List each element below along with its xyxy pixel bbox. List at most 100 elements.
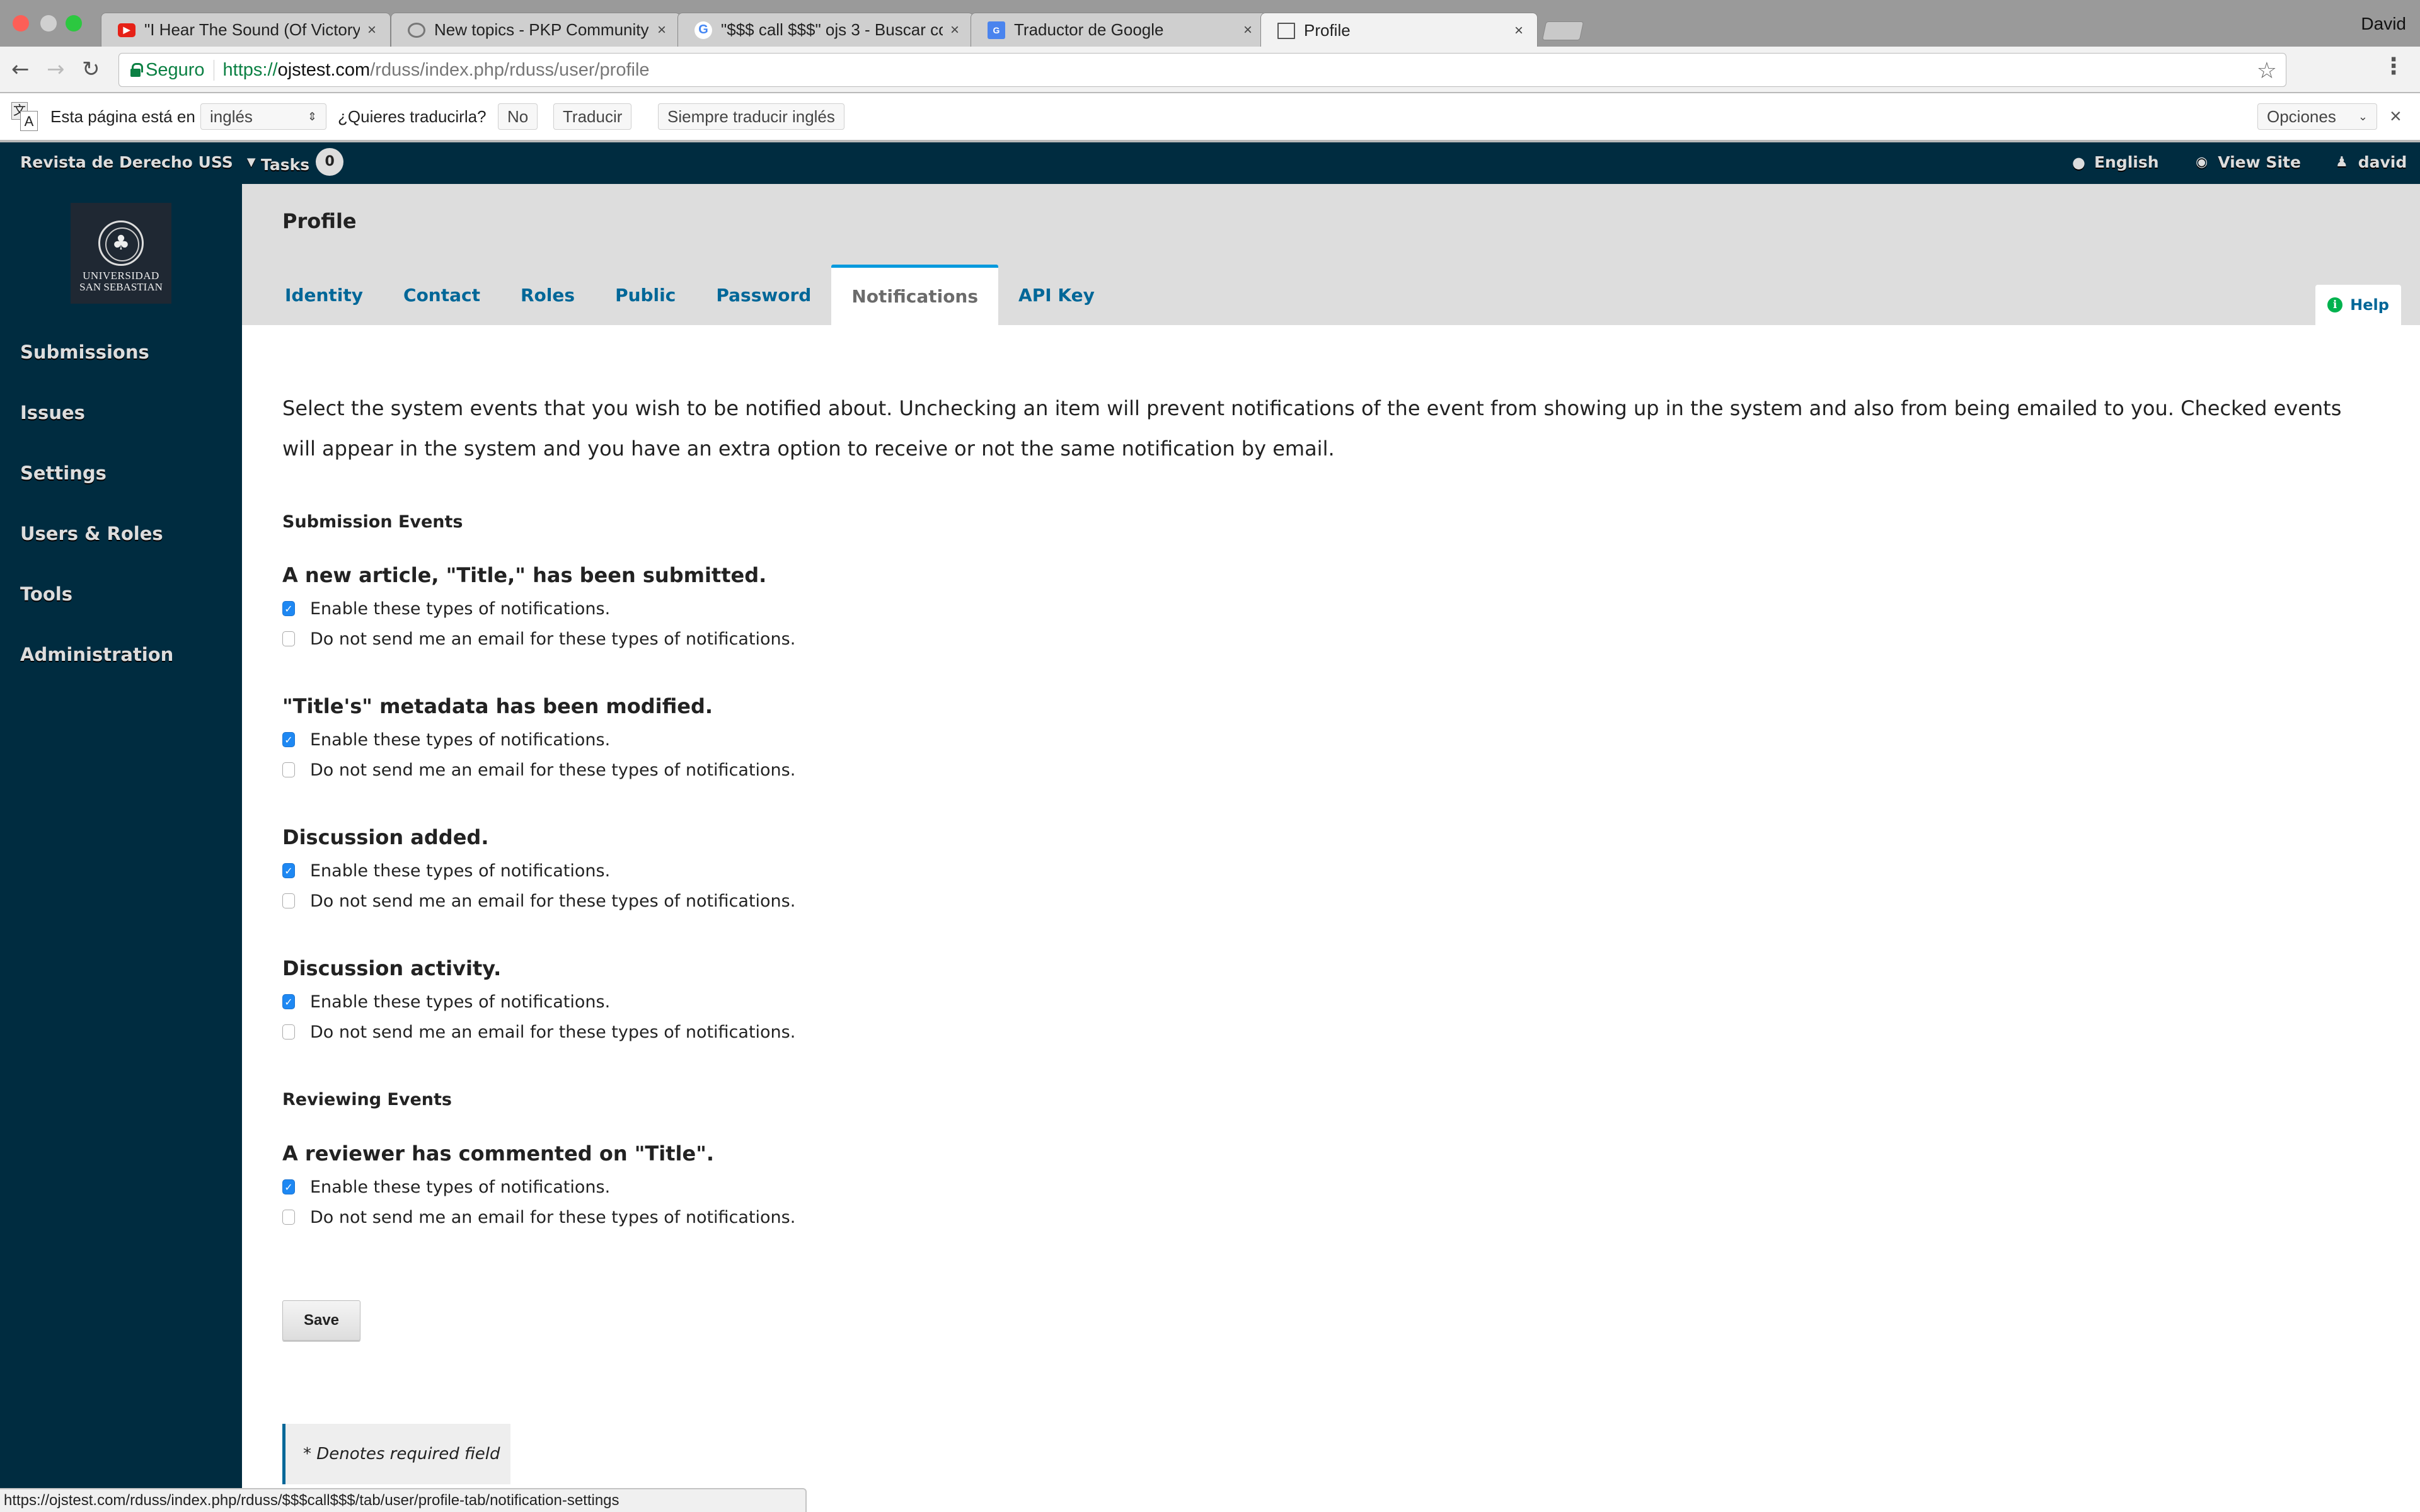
window-minimize-button[interactable] xyxy=(40,15,57,32)
browser-tab[interactable]: ▶ "I Hear The Sound (Of Victory)" × xyxy=(101,13,391,47)
profile-tabs: Identity Contact Roles Public Password N… xyxy=(265,265,1115,325)
tab-roles[interactable]: Roles xyxy=(500,265,595,325)
translate-button[interactable]: Traducir xyxy=(553,103,632,130)
browser-tab[interactable]: G "$$$ call $$$" ojs 3 - Buscar con Goog… xyxy=(677,13,974,47)
no-email-checkbox-row[interactable]: Do not send me an email for these types … xyxy=(282,624,795,654)
language-select[interactable]: inglés ⇕ xyxy=(200,103,326,130)
close-translate-bar-icon[interactable]: × xyxy=(2390,105,2402,128)
notification-event: "Title's" metadata has been modified. ✓ E… xyxy=(282,694,795,785)
tab-api-key[interactable]: API Key xyxy=(998,265,1115,325)
no-email-checkbox-row[interactable]: Do not send me an email for these types … xyxy=(282,886,795,916)
always-translate-button[interactable]: Siempre traducir inglés xyxy=(658,103,844,130)
secure-label[interactable]: Seguro xyxy=(146,59,214,81)
chevron-down-icon: ⌄ xyxy=(2358,110,2368,123)
browser-tab[interactable]: New topics - PKP Community Forum × xyxy=(391,13,681,47)
browser-profile-name[interactable]: David xyxy=(2361,14,2406,34)
browser-menu-icon[interactable]: ⋮ xyxy=(2382,55,2405,78)
browser-tab-active[interactable]: Profile × xyxy=(1260,13,1538,48)
intro-text: Select the system events that you wish t… xyxy=(282,396,2342,461)
updown-chevron-icon: ⇕ xyxy=(307,110,317,123)
globe-icon: ● xyxy=(2072,153,2085,171)
google-icon: G xyxy=(694,21,712,39)
enable-checkbox-row[interactable]: ✓ Enable these types of notifications. xyxy=(282,1172,795,1202)
close-tab-icon[interactable]: × xyxy=(367,21,376,39)
sidebar: ♣ UNIVERSIDAD SAN SEBASTIAN Submissions … xyxy=(0,184,242,1512)
ojs-header: Revista de Derecho USS ▼ Tasks 0 ● Engli… xyxy=(0,142,2420,184)
close-tab-icon[interactable]: × xyxy=(950,21,959,39)
checkbox-unchecked[interactable] xyxy=(282,1024,295,1040)
user-icon: ♟ xyxy=(2336,154,2348,170)
enable-checkbox-row[interactable]: ✓ Enable these types of notifications. xyxy=(282,593,795,624)
tab-identity[interactable]: Identity xyxy=(265,265,383,325)
page-title: Profile xyxy=(282,209,357,233)
no-email-checkbox-row[interactable]: Do not send me an email for these types … xyxy=(282,1017,795,1047)
close-tab-icon[interactable]: × xyxy=(1514,22,1523,40)
window-maximize-button[interactable] xyxy=(66,15,82,32)
sidebar-item-tools[interactable]: Tools xyxy=(20,583,173,644)
tab-public[interactable]: Public xyxy=(595,265,696,325)
checkbox-checked[interactable]: ✓ xyxy=(282,863,295,878)
tab-contact[interactable]: Contact xyxy=(383,265,500,325)
back-arrow-icon[interactable]: ← xyxy=(11,57,30,82)
lock-icon xyxy=(130,63,143,77)
eye-icon: ◉ xyxy=(2196,154,2208,170)
save-button[interactable]: Save xyxy=(282,1300,360,1341)
reload-icon[interactable]: ↻ xyxy=(82,57,100,82)
section-label-submission-events: Submission Events xyxy=(282,512,463,532)
forward-arrow-icon[interactable]: → xyxy=(47,57,65,82)
checkbox-checked[interactable]: ✓ xyxy=(282,732,295,747)
section-label-reviewing-events: Reviewing Events xyxy=(282,1090,452,1109)
caret-down-icon: ▼ xyxy=(246,156,256,169)
view-site-link[interactable]: ◉ View Site xyxy=(2196,153,2301,171)
sidebar-nav: Submissions Issues Settings Users & Role… xyxy=(20,341,173,704)
info-icon: i xyxy=(2327,297,2343,312)
tree-icon: ♣ xyxy=(112,231,130,255)
notification-event: Discussion activity. ✓ Enable these types… xyxy=(282,956,795,1047)
enable-checkbox-row[interactable]: ✓ Enable these types of notifications. xyxy=(282,856,795,886)
checkbox-unchecked[interactable] xyxy=(282,631,295,646)
journal-switcher[interactable]: Revista de Derecho USS ▼ xyxy=(20,153,256,171)
address-bar[interactable]: Seguro https://ojstest.com/rduss/index.p… xyxy=(118,53,2286,87)
sidebar-item-settings[interactable]: Settings xyxy=(20,462,173,523)
new-tab-button[interactable] xyxy=(1541,21,1584,40)
language-menu[interactable]: ● English xyxy=(2072,153,2159,171)
no-email-checkbox-row[interactable]: Do not send me an email for these types … xyxy=(282,1202,795,1232)
browser-toolbar: ← → ↻ Seguro https://ojstest.com/rduss/i… xyxy=(0,47,2420,93)
url-scheme: https:// xyxy=(222,59,278,80)
checkbox-checked[interactable]: ✓ xyxy=(282,994,295,1009)
window-close-button[interactable] xyxy=(13,15,29,32)
tab-password[interactable]: Password xyxy=(696,265,831,325)
sidebar-item-submissions[interactable]: Submissions xyxy=(20,341,173,402)
sidebar-item-administration[interactable]: Administration xyxy=(20,644,173,704)
url-path: /rduss/index.php/rduss/user/profile xyxy=(370,59,650,80)
notification-event: A new article, "Title," has been submitt… xyxy=(282,563,795,654)
browser-tab[interactable]: G Traductor de Google × xyxy=(971,13,1267,47)
journal-logo[interactable]: ♣ UNIVERSIDAD SAN SEBASTIAN xyxy=(71,203,171,304)
tasks-button[interactable]: Tasks 0 xyxy=(261,148,344,176)
close-tab-icon[interactable]: × xyxy=(657,21,666,39)
tab-notifications[interactable]: Notifications xyxy=(831,265,999,325)
checkbox-checked[interactable]: ✓ xyxy=(282,1179,295,1194)
user-menu[interactable]: ♟ david xyxy=(2336,153,2407,171)
checkbox-unchecked[interactable] xyxy=(282,1210,295,1225)
checkbox-unchecked[interactable] xyxy=(282,762,295,777)
no-email-checkbox-row[interactable]: Do not send me an email for these types … xyxy=(282,755,795,785)
help-button[interactable]: i Help xyxy=(2315,285,2401,325)
no-translate-button[interactable]: No xyxy=(498,103,538,130)
enable-checkbox-row[interactable]: ✓ Enable these types of notifications. xyxy=(282,724,795,755)
status-bar-url: https://ojstest.com/rduss/index.php/rdus… xyxy=(0,1488,807,1512)
checkbox-unchecked[interactable] xyxy=(282,893,295,908)
translate-bar: 文A Esta página está en inglés ⇕ ¿Quieres… xyxy=(0,93,2420,142)
sidebar-item-users-roles[interactable]: Users & Roles xyxy=(20,523,173,583)
youtube-icon: ▶ xyxy=(118,23,135,37)
checkbox-checked[interactable]: ✓ xyxy=(282,601,295,616)
close-tab-icon[interactable]: × xyxy=(1243,21,1252,39)
sidebar-item-issues[interactable]: Issues xyxy=(20,402,173,462)
translate-question: ¿Quieres traducirla? xyxy=(338,107,487,126)
enable-checkbox-row[interactable]: ✓ Enable these types of notifications. xyxy=(282,987,795,1017)
notification-event: A reviewer has commented on "Title". ✓ En… xyxy=(282,1142,795,1232)
notification-event: Discussion added. ✓ Enable these types of… xyxy=(282,825,795,916)
translate-prefix: Esta página está en xyxy=(50,107,195,126)
bookmark-star-icon[interactable]: ☆ xyxy=(2257,57,2277,84)
translate-options-select[interactable]: Opciones ⌄ xyxy=(2257,103,2377,130)
